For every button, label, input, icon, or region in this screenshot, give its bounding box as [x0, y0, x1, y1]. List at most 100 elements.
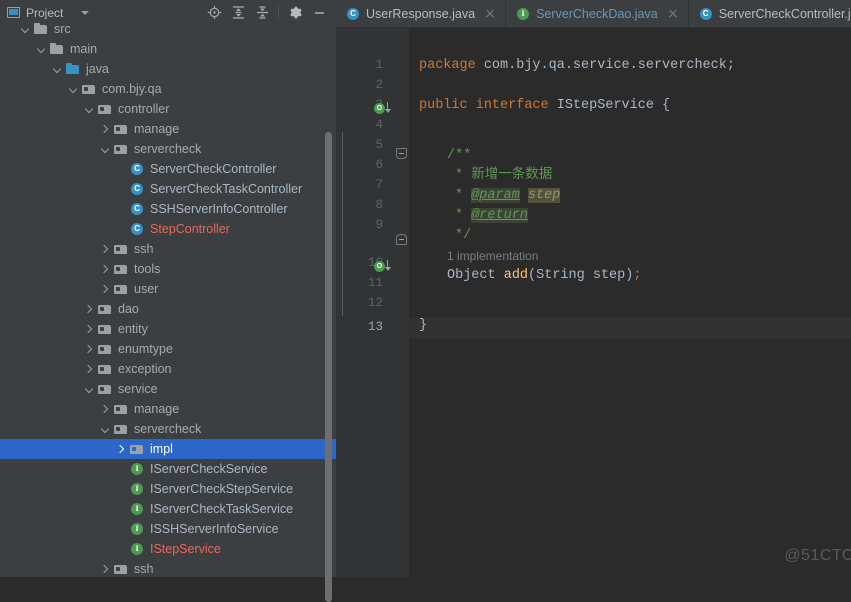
code-vision-implementation-hint[interactable]: 1 implementation: [447, 246, 538, 266]
tree-row-servercheckcontroller[interactable]: ServerCheckController: [0, 159, 336, 179]
tree-row-label: tools: [134, 262, 161, 276]
tree-row-impl[interactable]: impl: [0, 439, 336, 459]
tree-row-tools[interactable]: tools: [0, 259, 336, 279]
tree-row-sshserverinfocontroller[interactable]: SSHServerInfoController: [0, 199, 336, 219]
chevron-down-icon[interactable]: [52, 64, 63, 75]
close-icon[interactable]: [483, 7, 497, 21]
tree-row-label: dao: [118, 302, 139, 316]
fold-handle-close-icon[interactable]: [396, 234, 407, 245]
tree-row-label: StepController: [150, 222, 230, 236]
keyword-package: package: [419, 58, 476, 73]
sidebar-scrollbar-track[interactable]: [325, 66, 334, 602]
tree-row-isshserverinfoservice[interactable]: ISSHServerInfoService: [0, 519, 336, 539]
code-text-area[interactable]: package com.bjy.qa.service.servercheck; …: [409, 28, 851, 577]
implemented-marker-icon[interactable]: [374, 102, 391, 115]
chevron-right-icon[interactable]: [84, 364, 95, 375]
tree-row-enumtype[interactable]: enumtype: [0, 339, 336, 359]
chevron-right-icon[interactable]: [100, 284, 111, 295]
package-folder-icon: [97, 321, 113, 337]
chevron-right-icon[interactable]: [100, 564, 111, 575]
editor-tab-bar[interactable]: UserResponse.java ServerCheckDao.java Serv…: [336, 0, 851, 28]
chevron-right-icon[interactable]: [100, 124, 111, 135]
tree-row-src[interactable]: src: [0, 19, 336, 39]
chevron-down-icon[interactable]: [36, 44, 47, 55]
line-number: 9: [375, 218, 383, 232]
interface-icon: [516, 7, 530, 21]
code-line-8-javadoc-return: * @return: [455, 206, 528, 226]
chevron-down-icon[interactable]: [68, 84, 79, 95]
tree-row-java[interactable]: java: [0, 59, 336, 79]
tree-row-dao[interactable]: dao: [0, 299, 336, 319]
tree-row-label: manage: [134, 402, 180, 416]
chevron-down-icon[interactable]: [100, 144, 111, 155]
sidebar-scrollbar-thumb[interactable]: [325, 132, 332, 602]
chevron-down-icon[interactable]: [100, 424, 111, 435]
project-tree[interactable]: src main java com.bjy.qa controller manage ser…: [0, 19, 336, 577]
project-tool-window-title[interactable]: Project: [7, 6, 90, 20]
tree-row-servercheck[interactable]: servercheck: [0, 419, 336, 439]
chevron-right-icon[interactable]: [100, 264, 111, 275]
implemented-marker-icon[interactable]: [374, 260, 391, 273]
tree-row-controller[interactable]: controller: [0, 99, 336, 119]
chevron-down-icon[interactable]: [84, 104, 95, 115]
tree-row-iservercheckservice[interactable]: IServerCheckService: [0, 459, 336, 479]
tree-row-exception[interactable]: exception: [0, 359, 336, 379]
tree-row-manage[interactable]: manage: [0, 399, 336, 419]
chevron-down-icon[interactable]: [81, 10, 90, 15]
tree-row-servercheck[interactable]: servercheck: [0, 139, 336, 159]
tree-row-main[interactable]: main: [0, 39, 336, 59]
chevron-right-icon[interactable]: [100, 404, 111, 415]
code-line-1: package com.bjy.qa.service.servercheck;: [419, 56, 735, 76]
tree-row-entity[interactable]: entity: [0, 319, 336, 339]
tree-row-iserverchecktaskservice[interactable]: IServerCheckTaskService: [0, 499, 336, 519]
editor-tab-servercheckdao[interactable]: ServerCheckDao.java: [506, 0, 689, 27]
editor-tab-userresponse[interactable]: UserResponse.java: [336, 0, 507, 27]
chevron-down-icon[interactable]: [84, 384, 95, 395]
tree-row-istepservice[interactable]: IStepService: [0, 539, 336, 559]
fold-handle-open-icon[interactable]: [396, 148, 407, 159]
chevron-right-icon[interactable]: [84, 304, 95, 315]
chevron-right-icon[interactable]: [100, 244, 111, 255]
line-number-current: 13: [367, 320, 383, 334]
package-folder-icon: [97, 101, 113, 117]
chevron-right-icon[interactable]: [84, 344, 95, 355]
tree-row-label: entity: [118, 322, 148, 336]
tree-row-manage[interactable]: manage: [0, 119, 336, 139]
class-icon: [699, 7, 713, 21]
package-folder-icon: [113, 241, 129, 257]
tree-row-label: service: [118, 382, 158, 396]
tree-row-ssh[interactable]: ssh: [0, 239, 336, 259]
tree-row-user[interactable]: user: [0, 279, 336, 299]
close-icon[interactable]: [666, 7, 680, 21]
javadoc-star: *: [455, 208, 472, 223]
tree-row-service[interactable]: service: [0, 379, 336, 399]
chevron-right-icon[interactable]: [84, 324, 95, 335]
tree-row-label: manage: [134, 122, 180, 136]
class-icon: [129, 221, 145, 237]
code-editor[interactable]: 1 2 3 4 5 6 7 8 9 10 11 12 13: [336, 28, 851, 577]
tree-row-stepcontroller[interactable]: StepController: [0, 219, 336, 239]
package-folder-icon: [97, 361, 113, 377]
toolbar-divider: [278, 5, 279, 20]
chevron-right-icon[interactable]: [116, 444, 127, 455]
tree-row-label: impl: [150, 442, 173, 456]
tree-row-ssh[interactable]: ssh: [0, 559, 336, 577]
tree-row-serverchecktaskcontroller[interactable]: ServerCheckTaskController: [0, 179, 336, 199]
editor-gutter[interactable]: 1 2 3 4 5 6 7 8 9 10 11 12 13: [336, 28, 409, 577]
code-line-3: public interface IStepService {: [419, 96, 670, 116]
package-name: com.bjy.qa.service.servercheck;: [475, 58, 735, 73]
line-number: 6: [375, 158, 383, 172]
tree-row-com-bjy-qa[interactable]: com.bjy.qa: [0, 79, 336, 99]
tree-row-label: src: [54, 22, 71, 36]
tree-row-iservercheckstepservice[interactable]: IServerCheckStepService: [0, 479, 336, 499]
package-folder-icon: [113, 121, 129, 137]
code-line-12-close-brace: }: [419, 318, 428, 333]
javadoc-param-name: step: [527, 188, 561, 203]
chevron-down-icon[interactable]: [20, 24, 31, 35]
class-icon: [346, 7, 360, 21]
editor-tab-servercheckcontroller[interactable]: ServerCheckController.java: [689, 0, 851, 27]
